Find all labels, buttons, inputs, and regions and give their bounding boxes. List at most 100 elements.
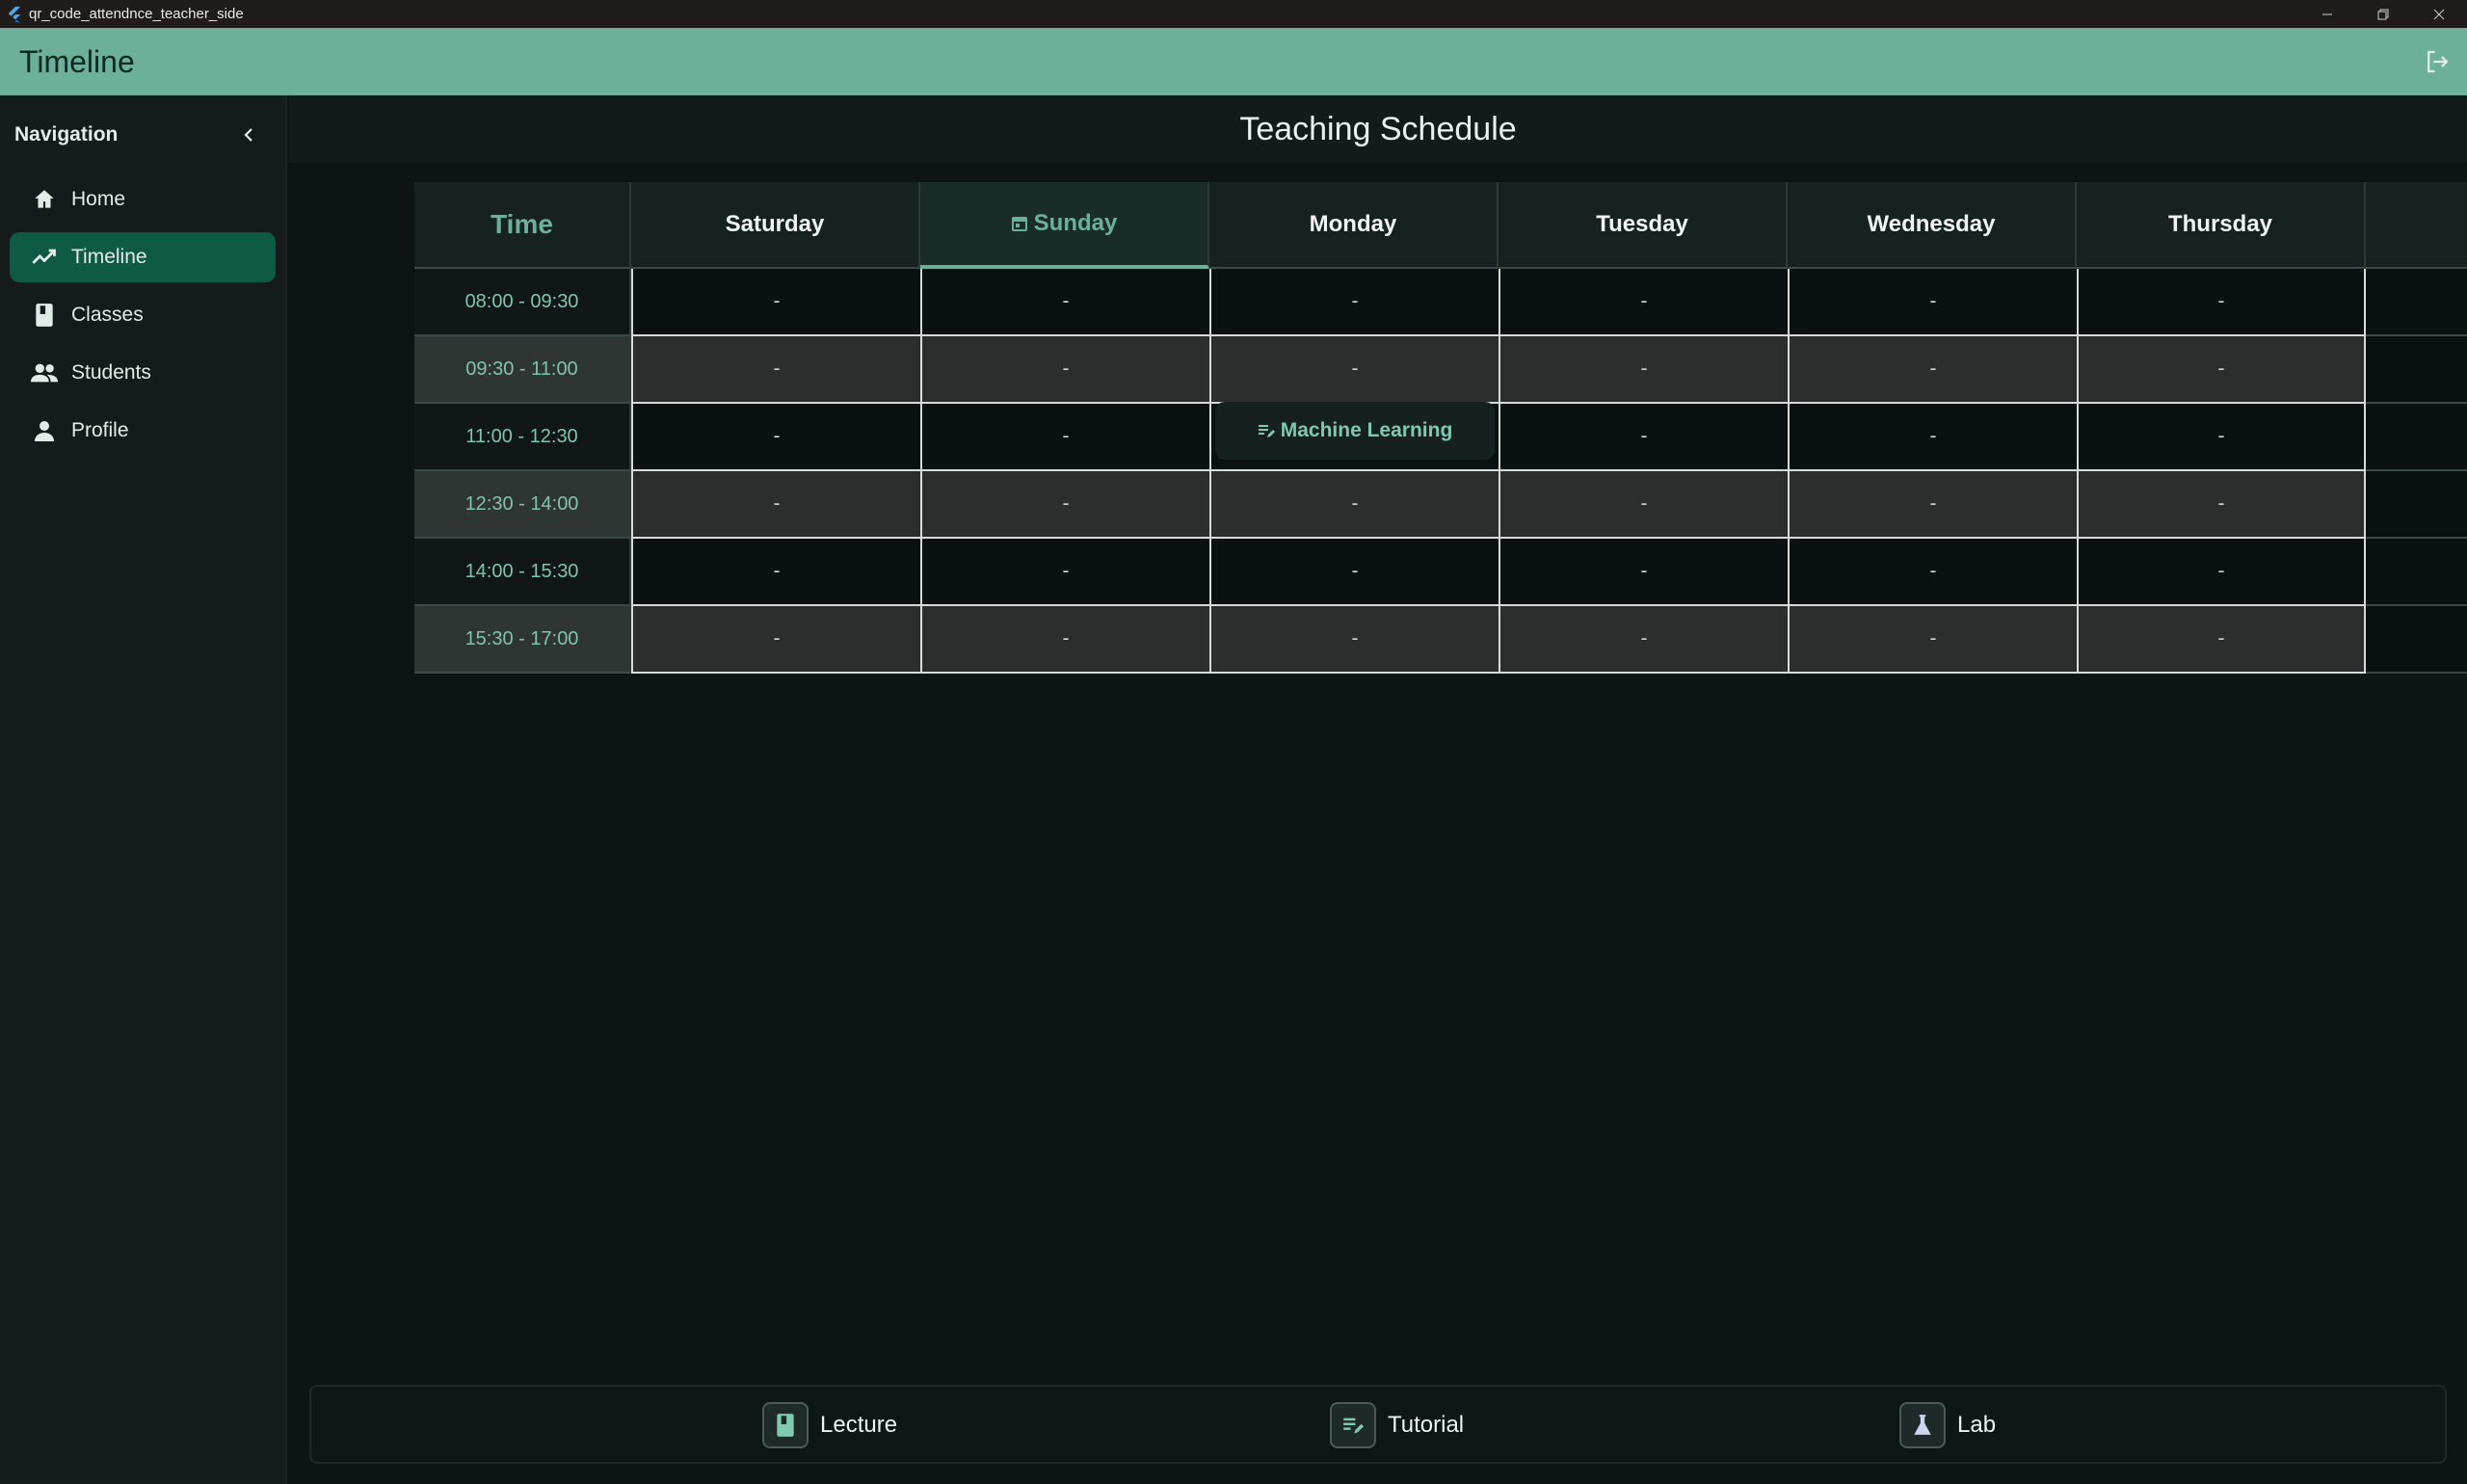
sidebar-item-classes[interactable]: Classes	[10, 290, 276, 340]
table-row: 14:00 - 15:30 - - - - - -	[414, 539, 2467, 606]
page-title: Timeline	[19, 43, 135, 79]
sidebar-item-label: Home	[71, 188, 126, 210]
minimize-button[interactable]	[2299, 0, 2355, 28]
schedule-cell[interactable]: -	[631, 606, 920, 674]
schedule-cell[interactable]: -	[1209, 269, 1499, 336]
sidebar-item-timeline[interactable]: Timeline	[10, 232, 276, 282]
schedule-cell[interactable]: -	[920, 336, 1209, 404]
schedule-cell[interactable]: -	[1209, 539, 1499, 606]
time-slot: 09:30 - 11:00	[414, 336, 631, 404]
sidebar-header: Navigation	[0, 95, 285, 174]
logout-icon[interactable]	[2423, 47, 2452, 76]
class-entry-machine-learning[interactable]: Machine Learning	[1215, 402, 1495, 460]
schedule-header-row: Time Saturday Sunday Monday Tuesday Wedn…	[414, 182, 2467, 269]
sidebar-title: Navigation	[14, 123, 119, 146]
book-icon	[31, 302, 58, 329]
schedule-cell[interactable]: -	[1499, 471, 1788, 539]
schedule-cell[interactable]: -	[920, 606, 1209, 674]
schedule-cell[interactable]: -	[1209, 471, 1499, 539]
column-header-monday: Monday	[1209, 182, 1499, 269]
schedule-body: 08:00 - 09:30 - - - - - - 09:30 - 11:00 …	[414, 269, 2467, 674]
schedule-table[interactable]: Time Saturday Sunday Monday Tuesday Wedn…	[414, 182, 2467, 674]
restore-icon	[2377, 9, 2389, 19]
legend-item-lecture: Lecture	[762, 1401, 897, 1449]
sidebar-item-home[interactable]: Home	[10, 174, 276, 225]
schedule-cell[interactable]: -	[1499, 269, 1788, 336]
class-type-legend: Lecture Tutorial Lab	[309, 1385, 2447, 1464]
tutorial-icon	[1258, 425, 1275, 437]
people-icon	[31, 359, 58, 386]
chevron-left-icon[interactable]	[239, 125, 258, 145]
overflow-cell	[2366, 606, 2467, 674]
schedule-cell[interactable]: -	[2077, 539, 2366, 606]
schedule-cell[interactable]: -	[631, 336, 920, 404]
calendar-icon	[1011, 217, 1027, 231]
schedule-header: Teaching Schedule	[289, 95, 2467, 163]
app-bar: Timeline	[0, 28, 2467, 95]
sidebar-item-label: Students	[71, 361, 151, 384]
table-row: 12:30 - 14:00 - - - - - -	[414, 471, 2467, 539]
time-slot: 11:00 - 12:30	[414, 404, 631, 471]
schedule-cell[interactable]: -	[1788, 539, 2077, 606]
schedule-cell[interactable]: -	[1209, 606, 1499, 674]
sidebar-item-students[interactable]: Students	[10, 348, 276, 398]
table-row: 15:30 - 17:00 - - - - - -	[414, 606, 2467, 674]
schedule-cell[interactable]: -	[631, 471, 920, 539]
sidebar-item-label: Timeline	[71, 246, 147, 268]
minimize-icon	[2322, 13, 2332, 14]
schedule-cell[interactable]: -	[1788, 606, 2077, 674]
sidebar-item-profile[interactable]: Profile	[10, 406, 276, 456]
column-header-sunday: Sunday	[920, 182, 1209, 269]
column-header-time: Time	[414, 182, 631, 269]
schedule-cell[interactable]: -	[2077, 606, 2366, 674]
overflow-cell	[2366, 404, 2467, 471]
schedule-cell[interactable]: -	[631, 539, 920, 606]
schedule-cell[interactable]: -	[1788, 269, 2077, 336]
table-row: 08:00 - 09:30 - - - - - -	[414, 269, 2467, 336]
overflow-cell	[2366, 269, 2467, 336]
schedule-cell[interactable]: -	[2077, 269, 2366, 336]
schedule-cell-monday-1100[interactable]: Machine Learning	[1209, 402, 1499, 471]
schedule-cell[interactable]: -	[1499, 606, 1788, 674]
legend-item-tutorial: Tutorial	[1330, 1401, 1464, 1449]
overflow-cell	[2366, 336, 2467, 404]
schedule-cell[interactable]: -	[631, 269, 920, 336]
person-icon	[31, 417, 58, 444]
schedule-cell[interactable]: -	[920, 471, 1209, 539]
tutorial-icon	[1330, 1402, 1376, 1448]
flask-icon	[1899, 1402, 1946, 1448]
schedule-cell[interactable]: -	[1499, 539, 1788, 606]
table-row: 11:00 - 12:30 - - Machine Learning - - -	[414, 402, 2467, 471]
schedule-cell[interactable]: -	[2077, 471, 2366, 539]
timeline-icon	[31, 244, 58, 271]
column-header-saturday: Saturday	[631, 182, 920, 269]
schedule-cell[interactable]: -	[920, 269, 1209, 336]
schedule-cell[interactable]: -	[1209, 336, 1499, 404]
schedule-title: Teaching Schedule	[1239, 110, 1517, 147]
schedule-cell[interactable]: -	[2077, 336, 2366, 404]
book-icon	[762, 1402, 809, 1448]
overflow-cell	[2366, 539, 2467, 606]
column-header-thursday: Thursday	[2077, 182, 2366, 269]
schedule-cell[interactable]: -	[1788, 471, 2077, 539]
column-header-tuesday: Tuesday	[1499, 182, 1788, 269]
schedule-cell[interactable]: -	[920, 539, 1209, 606]
class-entry-label: Machine Learning	[1280, 419, 1453, 441]
close-button[interactable]	[2411, 0, 2467, 28]
window-title: qr_code_attendnce_teacher_side	[29, 6, 244, 22]
time-slot: 08:00 - 09:30	[414, 269, 631, 336]
table-row: 09:30 - 11:00 - - - - - -	[414, 336, 2467, 404]
schedule-cell[interactable]: -	[631, 404, 920, 471]
schedule-cell[interactable]: -	[1499, 336, 1788, 404]
schedule-cell[interactable]: -	[1499, 404, 1788, 471]
column-header-overflow	[2366, 182, 2467, 269]
schedule-cell[interactable]: -	[2077, 404, 2366, 471]
column-header-label: Sunday	[1033, 210, 1118, 236]
overflow-cell	[2366, 471, 2467, 539]
schedule-cell[interactable]: -	[920, 404, 1209, 471]
flutter-app-icon	[8, 6, 21, 22]
schedule-cell[interactable]: -	[1788, 336, 2077, 404]
window-titlebar: qr_code_attendnce_teacher_side	[0, 0, 2467, 28]
schedule-cell[interactable]: -	[1788, 404, 2077, 471]
restore-button[interactable]	[2355, 0, 2411, 28]
